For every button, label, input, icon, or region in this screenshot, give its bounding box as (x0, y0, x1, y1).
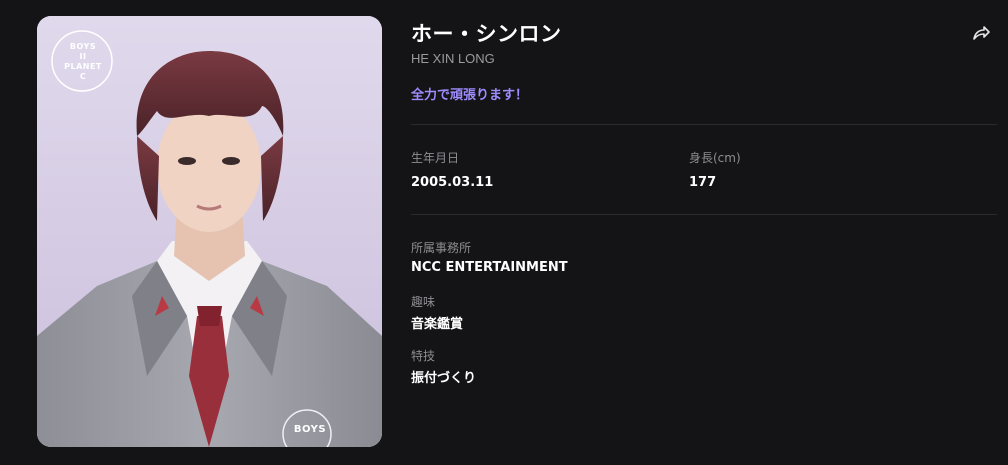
logo-line-1: BOYS (69, 42, 97, 51)
divider-top (411, 124, 997, 125)
birthday-label: 生年月日 (411, 151, 460, 165)
trainee-name-jp: ホー・シンロン (411, 22, 562, 46)
agency-value: NCC ENTERTAINMENT (411, 260, 568, 275)
birthday-value: 2005.03.11 (411, 175, 494, 190)
hobby-value: 音楽鑑賞 (411, 317, 464, 332)
share-icon (973, 26, 990, 40)
boys-planet-logo-top: BOYS II PLANET C (45, 26, 121, 96)
boys-planet-logo-bottom: BOYS (275, 410, 345, 447)
logo-bottom-text: BOYS (293, 424, 327, 435)
divider-middle (411, 214, 997, 215)
hobby-label: 趣味 (411, 295, 436, 309)
agency-label: 所属事務所 (411, 241, 472, 255)
skill-label: 特技 (411, 349, 436, 363)
share-button[interactable] (970, 22, 992, 44)
height-value: 177 (689, 175, 717, 190)
trainee-name-en: HE XIN LONG (411, 51, 495, 66)
catchphrase: 全力で頑張ります！ (411, 88, 529, 103)
logo-line-3: PLANET (64, 62, 102, 71)
logo-line-2: II (79, 52, 87, 61)
skill-value: 振付づくり (411, 371, 477, 386)
profile-page: BOYS II PLANET C BOYS ホー・シンロン HE XIN LON… (0, 0, 1008, 465)
height-label: 身長(cm) (689, 151, 741, 165)
logo-line-4: C (79, 72, 87, 81)
profile-photo: BOYS II PLANET C BOYS (37, 16, 382, 447)
